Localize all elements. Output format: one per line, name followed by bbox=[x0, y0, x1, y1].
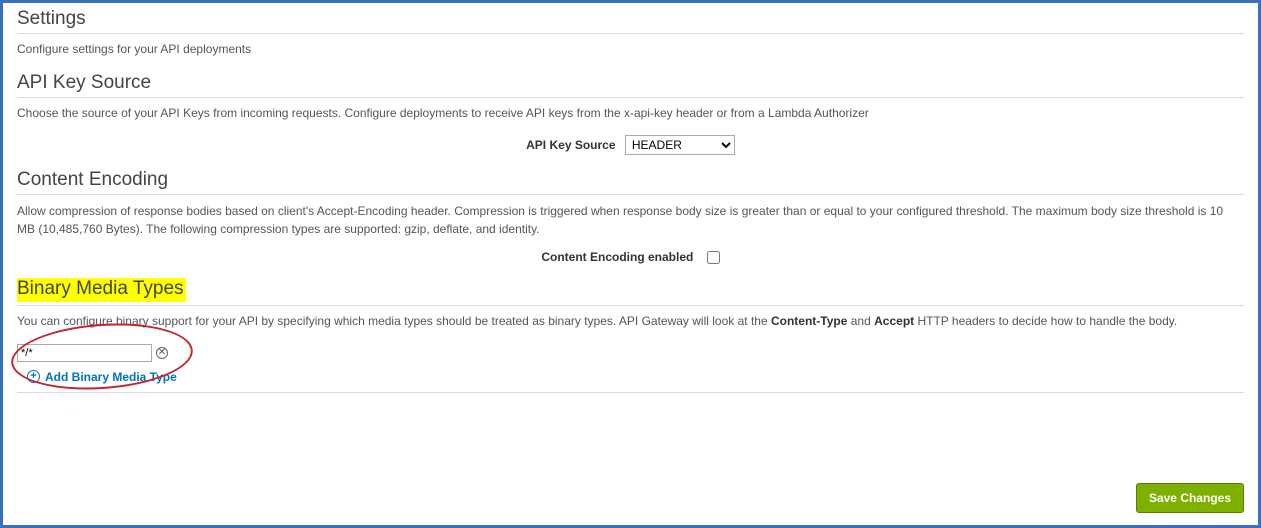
settings-panel: Settings Configure settings for your API… bbox=[0, 0, 1261, 528]
settings-title: Settings bbox=[17, 8, 1244, 30]
api-key-source-title: API Key Source bbox=[17, 72, 1244, 94]
add-binary-media-type-label: Add Binary Media Type bbox=[45, 370, 177, 384]
add-binary-media-type-link[interactable]: + Add Binary Media Type bbox=[27, 370, 177, 384]
binary-media-types-title-text: Binary Media Types bbox=[17, 278, 186, 302]
text-fragment: You can configure binary support for you… bbox=[17, 314, 771, 328]
binary-media-types-title: Binary Media Types bbox=[17, 278, 1244, 302]
divider bbox=[17, 305, 1244, 306]
plus-icon: + bbox=[27, 370, 40, 383]
text-fragment: HTTP headers to decide how to handle the… bbox=[914, 314, 1177, 328]
content-encoding-label: Content Encoding enabled bbox=[541, 250, 693, 264]
binary-media-input-row: ✕ bbox=[17, 344, 1244, 362]
divider bbox=[17, 97, 1244, 98]
text-fragment: and bbox=[847, 314, 874, 328]
divider bbox=[17, 194, 1244, 195]
divider bbox=[17, 33, 1244, 34]
settings-description: Configure settings for your API deployme… bbox=[17, 42, 1244, 58]
content-encoding-checkbox[interactable] bbox=[707, 251, 720, 264]
content-encoding-description: Allow compression of response bodies bas… bbox=[17, 203, 1244, 238]
api-key-source-description: Choose the source of your API Keys from … bbox=[17, 106, 1244, 122]
save-changes-button[interactable]: Save Changes bbox=[1136, 483, 1244, 513]
binary-media-type-input[interactable] bbox=[17, 344, 152, 362]
content-encoding-title: Content Encoding bbox=[17, 169, 1244, 191]
api-key-source-select[interactable]: HEADER bbox=[625, 135, 735, 155]
api-key-source-label: API Key Source bbox=[526, 138, 615, 152]
divider bbox=[17, 392, 1244, 393]
text-strong: Content-Type bbox=[771, 314, 847, 328]
text-strong: Accept bbox=[874, 314, 914, 328]
api-key-source-row: API Key Source HEADER bbox=[17, 135, 1244, 155]
content-encoding-row: Content Encoding enabled bbox=[17, 250, 1244, 264]
remove-icon[interactable]: ✕ bbox=[156, 347, 168, 359]
binary-media-description: You can configure binary support for you… bbox=[17, 314, 1244, 330]
